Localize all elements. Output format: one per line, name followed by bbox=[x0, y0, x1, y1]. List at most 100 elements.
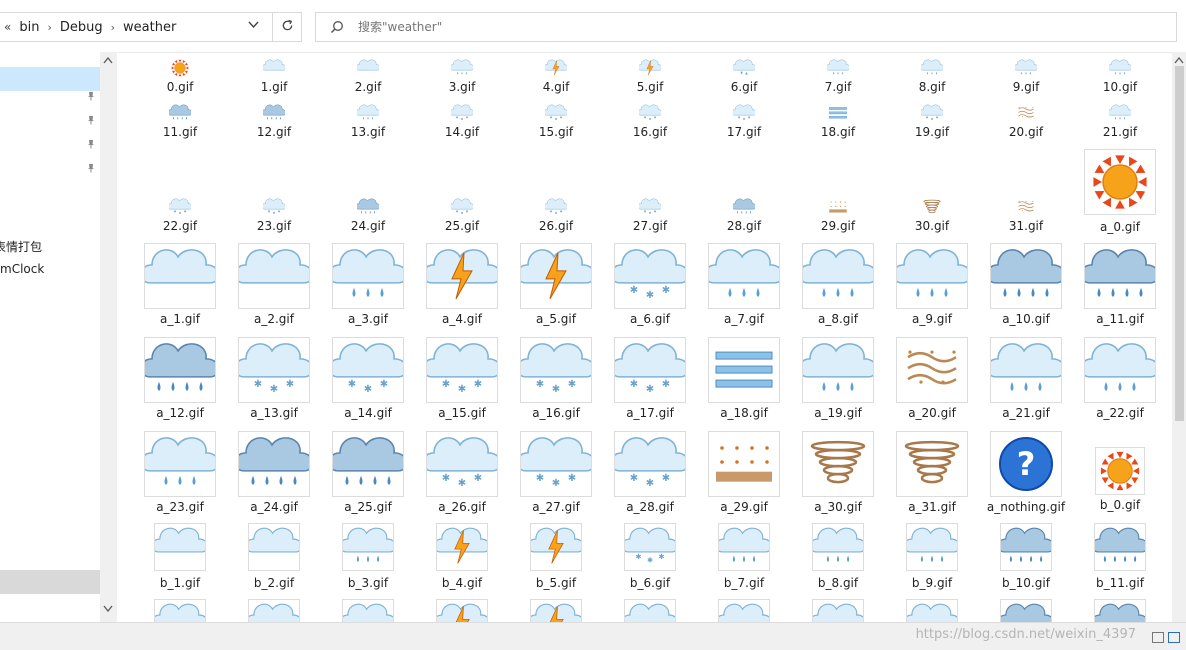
file-item[interactable]: a_3.gif bbox=[322, 242, 414, 328]
file-item[interactable]: a_20.gif bbox=[886, 336, 978, 422]
file-item[interactable]: a_23.gif bbox=[134, 430, 226, 516]
file-item[interactable]: 12.gif bbox=[228, 103, 320, 141]
partly-cloudy-icon[interactable] bbox=[151, 600, 209, 622]
file-item[interactable]: a_29.gif bbox=[698, 430, 790, 516]
file-item[interactable]: b_2.gif bbox=[228, 524, 320, 592]
address-bar[interactable]: « bin › Debug › weather bbox=[0, 12, 302, 42]
file-item[interactable]: ✱ ✱ ✱ 15.gif bbox=[510, 103, 602, 141]
file-item[interactable]: a_11.gif bbox=[1074, 242, 1166, 328]
file-item[interactable]: ✱ ✱ ✱ 22.gif bbox=[134, 197, 226, 235]
file-item[interactable]: ✱ ✱ ✱ b_6.gif bbox=[604, 524, 696, 592]
file-item[interactable]: b_8.gif bbox=[792, 524, 884, 592]
scrollbar-thumb[interactable] bbox=[1175, 66, 1184, 421]
file-item[interactable]: ✱ ✱ ✱ 27.gif bbox=[604, 197, 696, 235]
file-item[interactable]: ✱ ✱ ✱ a_6.gif bbox=[604, 242, 696, 328]
sidebar-selected-item[interactable] bbox=[0, 67, 100, 91]
file-item[interactable]: ✱ ✱ ✱ a_14.gif bbox=[322, 336, 414, 422]
file-item[interactable]: a_24.gif bbox=[228, 430, 320, 516]
file-item[interactable]: 21.gif bbox=[1074, 103, 1166, 141]
file-item[interactable]: a_10.gif bbox=[980, 242, 1072, 328]
file-item[interactable]: 1.gif bbox=[228, 58, 320, 96]
rain-icon[interactable] bbox=[715, 600, 773, 622]
file-item[interactable]: ✱ ✱ ✱ a_15.gif bbox=[416, 336, 508, 422]
large-icons-view-icon[interactable] bbox=[1168, 632, 1180, 643]
file-item[interactable]: 2.gif bbox=[322, 58, 414, 96]
sidebar-item[interactable]: mClock bbox=[0, 262, 100, 276]
file-item[interactable]: ✱ ✱ ✱ 25.gif bbox=[416, 197, 508, 235]
heavy-rain-icon[interactable] bbox=[1091, 600, 1149, 622]
file-item[interactable]: 10.gif bbox=[1074, 58, 1166, 96]
file-item[interactable]: a_12.gif bbox=[134, 336, 226, 422]
pin-icon[interactable] bbox=[86, 114, 96, 125]
file-item[interactable]: 3.gif bbox=[416, 58, 508, 96]
heavy-rain-icon[interactable] bbox=[997, 600, 1055, 622]
file-item[interactable]: ✱ ✱ ✱ 19.gif bbox=[886, 103, 978, 141]
search-input[interactable] bbox=[356, 19, 1060, 35]
pin-icon[interactable] bbox=[86, 90, 96, 101]
file-item[interactable]: ? a_nothing.gif bbox=[980, 430, 1072, 516]
file-item[interactable]: ✱ ✱ 6.gif bbox=[698, 58, 790, 96]
file-item[interactable]: 31.gif bbox=[980, 197, 1072, 235]
breadcrumb-item[interactable]: Debug bbox=[60, 20, 103, 35]
file-item[interactable]: a_31.gif bbox=[886, 430, 978, 516]
breadcrumb-item[interactable]: weather bbox=[123, 20, 176, 35]
file-item[interactable]: b_0.gif bbox=[1074, 448, 1166, 514]
file-item[interactable]: 11.gif bbox=[134, 103, 226, 141]
file-item[interactable]: b_5.gif bbox=[510, 524, 602, 592]
file-item[interactable]: 18.gif bbox=[792, 103, 884, 141]
breadcrumb-separator-icon[interactable]: › bbox=[111, 21, 115, 34]
file-item[interactable]: b_1.gif bbox=[134, 524, 226, 592]
file-item[interactable]: 13.gif bbox=[322, 103, 414, 141]
file-item[interactable]: 9.gif bbox=[980, 58, 1072, 96]
file-item[interactable]: b_4.gif bbox=[416, 524, 508, 592]
sidebar-item[interactable]: 表情打包 bbox=[0, 238, 100, 255]
file-item[interactable]: 8.gif bbox=[886, 58, 978, 96]
file-item[interactable]: ✱ ✱ ✱ a_27.gif bbox=[510, 430, 602, 516]
file-item[interactable]: b_7.gif bbox=[698, 524, 790, 592]
details-view-icon[interactable] bbox=[1152, 632, 1164, 643]
rain-icon[interactable] bbox=[339, 600, 397, 622]
cloudy-icon[interactable] bbox=[245, 600, 303, 622]
pin-icon[interactable] bbox=[86, 138, 96, 149]
snow-icon[interactable]: ✱✱✱ bbox=[621, 600, 679, 622]
file-item[interactable]: a_18.gif bbox=[698, 336, 790, 422]
file-item[interactable]: b_10.gif bbox=[980, 524, 1072, 592]
file-item[interactable]: a_4.gif bbox=[416, 242, 508, 328]
file-item[interactable]: 29.gif bbox=[792, 197, 884, 235]
thunder-icon[interactable] bbox=[527, 600, 585, 622]
rain-icon[interactable] bbox=[903, 600, 961, 622]
file-item[interactable]: b_9.gif bbox=[886, 524, 978, 592]
file-item[interactable]: a_25.gif bbox=[322, 430, 414, 516]
file-item[interactable]: 24.gif bbox=[322, 197, 414, 235]
file-item[interactable]: a_5.gif bbox=[510, 242, 602, 328]
file-item[interactable]: a_2.gif bbox=[228, 242, 320, 328]
file-item[interactable]: ✱ ✱ ✱ a_26.gif bbox=[416, 430, 508, 516]
sidebar-scrollbar[interactable] bbox=[100, 52, 117, 622]
file-item[interactable]: 20.gif bbox=[980, 103, 1072, 141]
file-item[interactable]: a_21.gif bbox=[980, 336, 1072, 422]
search-box[interactable] bbox=[315, 12, 1177, 42]
scroll-down-arrow-icon[interactable] bbox=[103, 604, 113, 615]
file-item[interactable]: a_30.gif bbox=[792, 430, 884, 516]
file-item[interactable]: 4.gif bbox=[510, 58, 602, 96]
file-item[interactable]: 28.gif bbox=[698, 197, 790, 235]
file-item[interactable]: ✱ ✱ ✱ 16.gif bbox=[604, 103, 696, 141]
rain-icon[interactable] bbox=[809, 600, 867, 622]
file-item[interactable]: b_3.gif bbox=[322, 524, 414, 592]
file-item[interactable]: a_19.gif bbox=[792, 336, 884, 422]
back-chevrons-icon[interactable]: « bbox=[4, 20, 11, 34]
breadcrumb-item[interactable]: bin bbox=[19, 20, 39, 35]
file-item[interactable]: a_0.gif bbox=[1074, 148, 1166, 236]
file-item[interactable]: ✱ ✱ ✱ a_13.gif bbox=[228, 336, 320, 422]
file-item[interactable]: 5.gif bbox=[604, 58, 696, 96]
chevron-down-icon[interactable] bbox=[248, 19, 259, 32]
scroll-up-arrow-icon[interactable] bbox=[103, 56, 113, 67]
file-item[interactable]: ✱ ✱ ✱ 17.gif bbox=[698, 103, 790, 141]
file-item[interactable]: a_22.gif bbox=[1074, 336, 1166, 422]
file-item[interactable]: a_1.gif bbox=[134, 242, 226, 328]
file-item[interactable]: a_8.gif bbox=[792, 242, 884, 328]
breadcrumb-separator-icon[interactable]: › bbox=[47, 21, 51, 34]
file-item[interactable]: a_7.gif bbox=[698, 242, 790, 328]
refresh-button[interactable] bbox=[272, 12, 302, 42]
file-item[interactable]: ✱ ✱ ✱ a_17.gif bbox=[604, 336, 696, 422]
